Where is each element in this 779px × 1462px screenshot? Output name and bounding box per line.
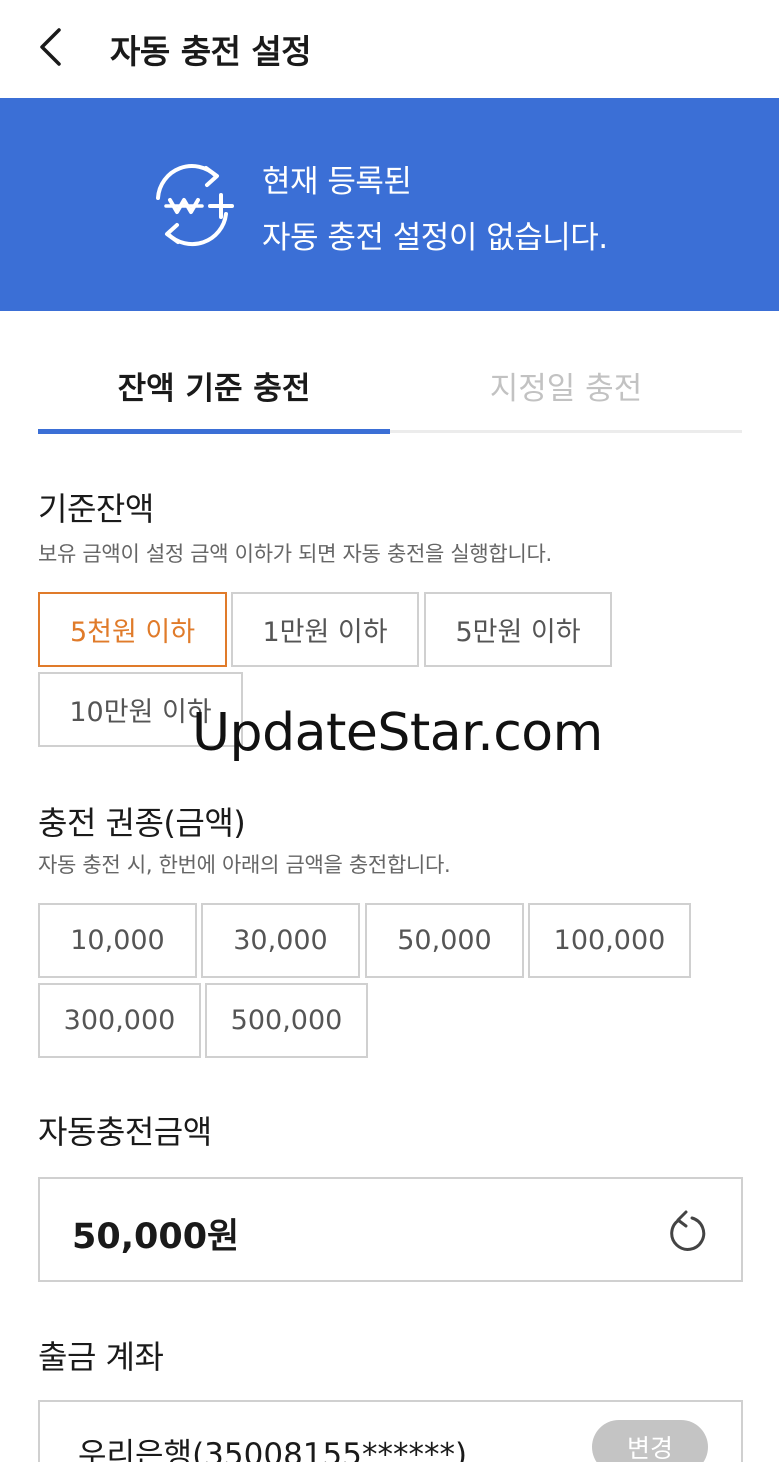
threshold-description: 보유 금액이 설정 금액 이하가 되면 자동 충전을 실행합니다. bbox=[38, 542, 552, 566]
refresh-icon[interactable] bbox=[665, 1209, 707, 1253]
change-account-button[interactable]: 변경 bbox=[592, 1420, 708, 1462]
tab-scheduled-date[interactable]: 지정일 충전 bbox=[390, 340, 742, 430]
tab-balance-based[interactable]: 잔액 기준 충전 bbox=[38, 340, 390, 430]
won-recharge-icon bbox=[156, 164, 234, 247]
auto-amount-title: 자동충전금액 bbox=[38, 1113, 212, 1151]
threshold-option-10k[interactable]: 1만원 이하 bbox=[231, 592, 419, 667]
chevron-left-icon bbox=[40, 28, 61, 66]
status-banner: 현재 등록된 자동 충전 설정이 없습니다. bbox=[0, 98, 779, 311]
threshold-title: 기준잔액 bbox=[38, 490, 154, 528]
denomination-option[interactable]: 50,000 bbox=[365, 903, 524, 978]
auto-amount-field: 50,000원 bbox=[38, 1177, 743, 1282]
charge-type-tabs: 잔액 기준 충전 지정일 충전 bbox=[38, 340, 742, 434]
back-button[interactable] bbox=[28, 24, 72, 70]
denomination-option[interactable]: 500,000 bbox=[205, 983, 368, 1058]
denomination-option[interactable]: 100,000 bbox=[528, 903, 691, 978]
threshold-option-5k[interactable]: 5천원 이하 bbox=[38, 592, 227, 667]
denomination-option[interactable]: 30,000 bbox=[201, 903, 360, 978]
auto-amount-value: 50,000원 bbox=[72, 1217, 240, 1257]
account-value: 우리은행(35008155******) bbox=[78, 1437, 468, 1462]
denomination-title: 충전 권종(금액) bbox=[38, 804, 246, 842]
account-field: 우리은행(35008155******) 변경 bbox=[38, 1400, 743, 1462]
threshold-option-50k[interactable]: 5만원 이하 bbox=[424, 592, 612, 667]
tab-active-indicator bbox=[38, 429, 390, 434]
banner-line-1: 현재 등록된 bbox=[262, 164, 412, 200]
denomination-option[interactable]: 10,000 bbox=[38, 903, 197, 978]
denomination-option[interactable]: 300,000 bbox=[38, 983, 201, 1058]
page-title: 자동 충전 설정 bbox=[110, 32, 312, 71]
watermark: UpdateStar.com bbox=[192, 703, 603, 763]
banner-line-2: 자동 충전 설정이 없습니다. bbox=[262, 220, 608, 256]
account-title: 출금 계좌 bbox=[38, 1338, 164, 1376]
banner-message: 현재 등록된 자동 충전 설정이 없습니다. bbox=[262, 154, 608, 266]
app-header: 자동 충전 설정 bbox=[0, 0, 779, 98]
denomination-description: 자동 충전 시, 한번에 아래의 금액을 충전합니다. bbox=[38, 853, 451, 877]
